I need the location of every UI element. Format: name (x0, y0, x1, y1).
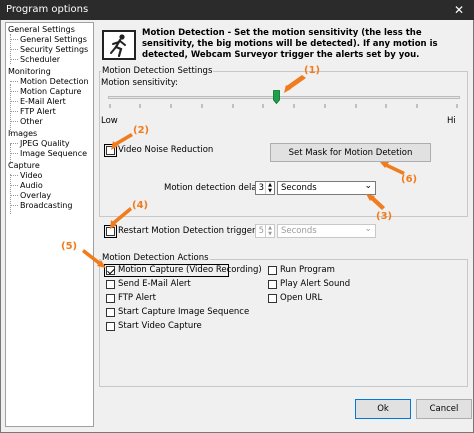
options-tree[interactable]: General Settings General Settings Securi… (5, 22, 94, 427)
slider-hi-label: Hi (447, 116, 456, 126)
motion-capture-label: Motion Capture (Video Recording) (118, 265, 262, 275)
email-alert-checkbox[interactable] (106, 280, 115, 289)
tree-connector (10, 185, 18, 186)
tree-item-motion-detection[interactable]: Motion Detection (20, 77, 89, 87)
run-program-checkbox[interactable] (268, 266, 277, 275)
sensitivity-slider-track[interactable] (108, 96, 460, 99)
chevron-down-icon: ⌄ (364, 224, 372, 234)
sensitivity-slider-thumb[interactable] (272, 90, 280, 105)
tree-connector (10, 205, 18, 206)
restart-trigger-label: Restart Motion Detection trigger (118, 226, 256, 236)
tree-group-general-settings[interactable]: General Settings (8, 25, 75, 35)
callout-1: (1) (304, 65, 321, 76)
tree-connector (10, 195, 18, 196)
tree-connector (10, 174, 11, 214)
ftp-alert-checkbox[interactable] (106, 294, 115, 303)
set-mask-button[interactable]: Set Mask for Motion Detetion (270, 143, 431, 162)
close-icon[interactable]: ✕ (444, 0, 474, 20)
delay-value: 3 (258, 183, 264, 193)
image-sequence-checkbox[interactable] (106, 308, 115, 317)
callout-2: (2) (133, 125, 150, 136)
slider-low-label: Low (101, 116, 118, 126)
tree-item-security-settings[interactable]: Security Settings (20, 45, 88, 55)
tree-connector (10, 49, 18, 50)
tree-connector (10, 153, 18, 154)
header-description: Motion Detection - Set the motion sensit… (142, 28, 438, 60)
delay-spinner[interactable]: 3 ▲ ▼ (255, 181, 275, 195)
tree-connector (10, 143, 18, 144)
sensitivity-slider-ticks (109, 104, 458, 108)
tree-connector (10, 111, 18, 112)
tree-item-email-alert[interactable]: E-Mail Alert (20, 97, 66, 107)
tree-connector (10, 121, 18, 122)
tree-group-capture[interactable]: Capture (8, 161, 40, 171)
play-sound-label: Play Alert Sound (280, 279, 351, 289)
tree-connector (10, 101, 18, 102)
restart-unit-select[interactable]: Seconds ⌄ (277, 224, 376, 238)
restart-trigger-highlight (104, 225, 117, 238)
noise-reduction-highlight (104, 144, 117, 157)
open-url-label: Open URL (280, 293, 323, 303)
callout-4: (4) (132, 200, 149, 211)
running-man-icon (102, 30, 136, 60)
tree-item-ftp-alert[interactable]: FTP Alert (20, 107, 56, 117)
video-capture-label: Start Video Capture (118, 321, 202, 331)
cancel-button[interactable]: Cancel (416, 399, 472, 419)
sensitivity-label: Motion sensitivity: (101, 78, 179, 88)
title-bar: Program options ✕ (0, 0, 474, 20)
tree-item-other[interactable]: Other (20, 117, 43, 127)
tree-item-overlay[interactable]: Overlay (20, 191, 51, 201)
tree-group-monitoring[interactable]: Monitoring (8, 67, 51, 77)
tree-group-images[interactable]: Images (8, 129, 37, 139)
spinner-arrows-icon[interactable]: ▲ ▼ (265, 225, 274, 237)
play-sound-checkbox[interactable] (268, 280, 277, 289)
ftp-alert-label: FTP Alert (118, 293, 156, 303)
tree-connector (10, 59, 18, 60)
tree-item-image-sequence[interactable]: Image Sequence (20, 149, 87, 159)
callout-6: (6) (401, 174, 418, 185)
tree-connector (10, 175, 18, 176)
callout-5: (5) (61, 241, 78, 252)
motion-settings-group-label: Motion Detection Settings (101, 66, 214, 76)
delay-label: Motion detection delay: (164, 183, 264, 193)
motion-capture-checkbox[interactable] (106, 266, 115, 275)
restart-spinner[interactable]: 5 ▲ ▼ (255, 224, 275, 238)
open-url-checkbox[interactable] (268, 294, 277, 303)
video-capture-checkbox[interactable] (106, 322, 115, 331)
image-sequence-label: Start Capture Image Sequence (118, 307, 250, 317)
restart-value: 5 (258, 226, 264, 236)
delay-unit-select[interactable]: Seconds ⌄ (277, 181, 376, 195)
chevron-down-icon: ⌄ (364, 181, 372, 191)
actions-group-label: Motion Detection Actions (101, 253, 210, 263)
tree-item-general-settings[interactable]: General Settings (20, 35, 87, 45)
ok-button[interactable]: Ok (355, 399, 411, 419)
tree-connector (10, 91, 18, 92)
restart-unit-value: Seconds (281, 226, 317, 236)
tree-item-video[interactable]: Video (20, 171, 42, 181)
noise-reduction-label: Video Noise Reduction (118, 145, 214, 155)
run-program-label: Run Program (280, 265, 335, 275)
email-alert-label: Send E-Mail Alert (118, 279, 191, 289)
tree-item-scheduler[interactable]: Scheduler (20, 55, 60, 65)
tree-item-audio[interactable]: Audio (20, 181, 43, 191)
callout-3: (3) (376, 211, 393, 222)
tree-item-motion-capture[interactable]: Motion Capture (20, 87, 81, 97)
tree-item-broadcasting[interactable]: Broadcasting (20, 201, 72, 211)
tree-connector (10, 39, 18, 40)
delay-unit-value: Seconds (281, 183, 317, 193)
tree-item-jpeg-quality[interactable]: JPEG Quality (20, 139, 70, 149)
window-title: Program options (6, 4, 89, 15)
tree-connector (10, 81, 18, 82)
spinner-arrows-icon[interactable]: ▲ ▼ (265, 182, 274, 194)
